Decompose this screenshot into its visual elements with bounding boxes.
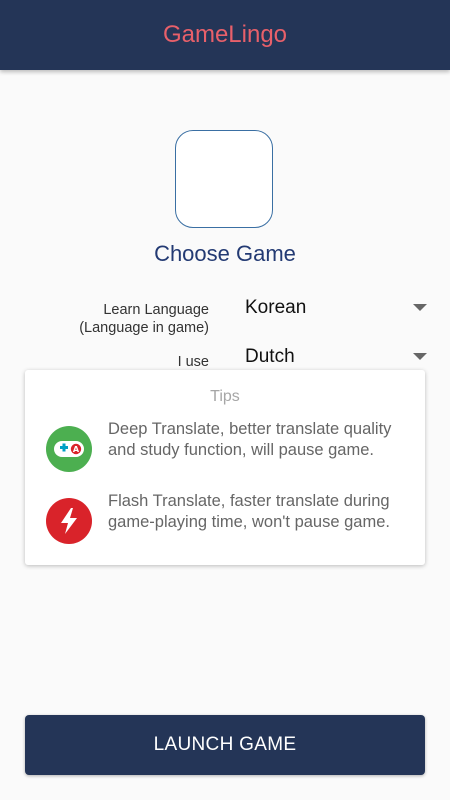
i-use-dropdown-icon[interactable]: [413, 353, 427, 360]
learn-language-label: Learn Language (Language in game): [79, 301, 209, 337]
learn-language-dropdown-icon[interactable]: [413, 304, 427, 311]
svg-text:A: A: [73, 445, 80, 454]
tip-flash-translate-text: Flash Translate, faster translate during…: [108, 492, 390, 531]
app-title: GameLingo: [162, 21, 288, 48]
choose-game-label[interactable]: Choose Game: [0, 240, 450, 268]
app-bar: GameLingo: [0, 0, 450, 70]
tip-deep-translate-text: Deep Translate, better translate quality…: [108, 420, 392, 459]
tips-card: Tips A Deep Translate, better translate …: [25, 370, 425, 565]
game-picker-box[interactable]: [175, 130, 273, 228]
launch-game-label: LAUNCH GAME: [153, 734, 297, 755]
lightning-icon: [46, 498, 92, 544]
tips-title: Tips: [210, 388, 240, 405]
learn-language-label-line1: Learn Language: [103, 302, 209, 318]
launch-game-button[interactable]: LAUNCH GAME: [25, 715, 425, 775]
learn-language-label-line2: (Language in game): [79, 320, 209, 336]
gamepad-icon: A: [46, 426, 92, 472]
learn-language-value: Korean: [245, 297, 307, 318]
i-use-label: I use: [177, 354, 209, 370]
i-use-value: Dutch: [245, 346, 295, 367]
